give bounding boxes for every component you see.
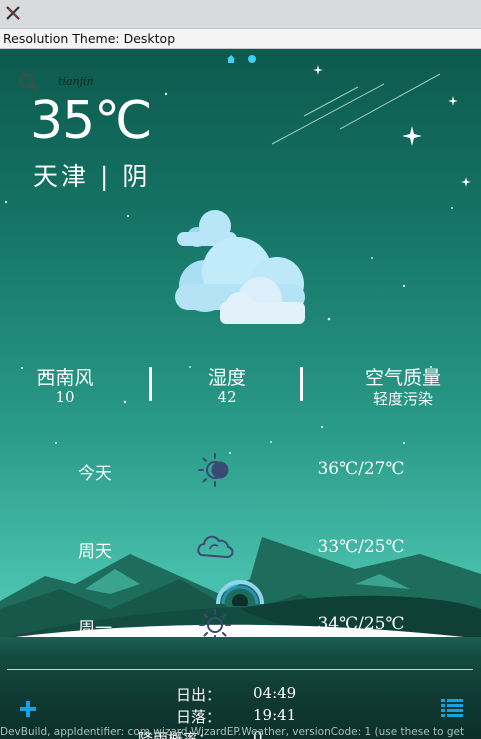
- sunrise-label: 日出：: [176, 686, 222, 704]
- forecast-temps: 33℃/25℃: [317, 537, 405, 557]
- wind-label: 西南风: [36, 367, 94, 389]
- ground-fill: [0, 637, 481, 739]
- air-quality-value: 轻度污染: [372, 390, 433, 408]
- wind-value: 10: [55, 388, 75, 406]
- app-x-icon[interactable]: [5, 5, 21, 21]
- city-name: tianjin: [58, 75, 94, 88]
- separator: [300, 367, 303, 401]
- sunset-time: 19:41: [253, 706, 297, 724]
- list-menu-icon[interactable]: [441, 699, 463, 717]
- menu-bar: Resolution Theme: Desktop: [0, 29, 481, 49]
- forecast-temps: 36℃/27℃: [317, 459, 405, 479]
- forecast-day: 周天: [78, 542, 112, 562]
- cloudy-weather-icon: [175, 210, 305, 324]
- cloud-icon: [197, 535, 234, 558]
- humidity-label: 湿度: [207, 367, 246, 389]
- current-temperature: 35℃: [30, 91, 153, 151]
- sunset-label: 日落：: [176, 708, 222, 726]
- separator: [149, 367, 152, 401]
- location-condition: 天津 | 阴: [33, 162, 151, 191]
- divider: [7, 669, 473, 670]
- forecast-day: 今天: [78, 464, 112, 484]
- window-titlebar: [0, 0, 481, 29]
- sun-moon-icon: [198, 453, 229, 487]
- forecast-temps: 34℃/25℃: [317, 614, 405, 634]
- resolution-theme-menu[interactable]: Resolution Theme: Desktop: [0, 31, 175, 46]
- rainbow-ornament: [216, 580, 264, 606]
- page-indicator: [0, 54, 481, 64]
- air-quality-label: 空气质量: [364, 367, 441, 389]
- home-icon[interactable]: [226, 54, 236, 64]
- sun-icon: [199, 609, 231, 641]
- forecast-day: 周一: [78, 619, 112, 639]
- weather-app: tianjin 35℃ 天津 | 阴 西南风 10 湿度 42 空气质量 轻度污…: [0, 49, 481, 739]
- humidity-value: 42: [217, 388, 237, 406]
- debug-footer: DevBuild, appIdentifier: com.wizard.Wiza…: [0, 726, 465, 738]
- add-city-icon[interactable]: [20, 701, 36, 717]
- page-dot[interactable]: [247, 55, 256, 63]
- sunrise-time: 04:49: [253, 684, 297, 702]
